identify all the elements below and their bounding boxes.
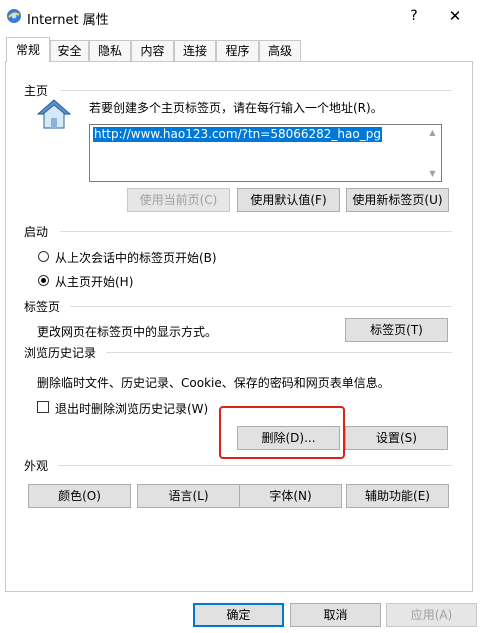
window-title: Internet 属性 bbox=[27, 13, 109, 28]
history-description: 删除临时文件、历史记录、Cookie、保存的密码和网页表单信息。 bbox=[37, 376, 390, 390]
help-button[interactable]: ? bbox=[404, 6, 424, 26]
tabs-divider bbox=[70, 306, 452, 307]
accessibility-button[interactable]: 辅助功能(E) bbox=[346, 484, 449, 508]
tab-connections[interactable]: 连接 bbox=[174, 40, 216, 61]
use-current-button[interactable]: 使用当前页(C) bbox=[127, 188, 230, 212]
radio-last-session-label[interactable]: 从上次会话中的标签页开始(B) bbox=[55, 249, 217, 266]
close-button[interactable]: ✕ bbox=[444, 6, 466, 26]
languages-button[interactable]: 语言(L) bbox=[137, 484, 240, 508]
homepage-description: 若要创建多个主页标签页，请在每行输入一个地址(R)。 bbox=[89, 101, 383, 115]
homepage-divider bbox=[60, 90, 452, 91]
startup-divider bbox=[60, 231, 452, 232]
apply-button[interactable]: 应用(A) bbox=[386, 603, 477, 627]
tabs-description: 更改网页在标签页中的显示方式。 bbox=[37, 325, 218, 339]
use-default-button[interactable]: 使用默认值(F) bbox=[237, 188, 340, 212]
homepage-url-value: http://www.hao123.com/?tn=58066282_hao_p… bbox=[93, 127, 382, 142]
tabs-group-label: 标签页 bbox=[24, 298, 61, 315]
homepage-group-label: 主页 bbox=[24, 82, 49, 99]
tab-security[interactable]: 安全 bbox=[50, 40, 89, 61]
radio-last-session[interactable] bbox=[38, 251, 49, 262]
tab-advanced[interactable]: 高级 bbox=[259, 40, 301, 61]
radio-homepage-label[interactable]: 从主页开始(H) bbox=[55, 273, 133, 290]
tab-content[interactable]: 内容 bbox=[131, 40, 174, 61]
tab-privacy[interactable]: 隐私 bbox=[89, 40, 131, 61]
cancel-button[interactable]: 取消 bbox=[290, 603, 381, 627]
history-divider bbox=[106, 352, 452, 353]
internet-options-icon bbox=[6, 8, 22, 24]
homepage-url-textarea[interactable]: http://www.hao123.com/?tn=58066282_hao_p… bbox=[89, 124, 442, 182]
red-highlight-box bbox=[219, 406, 345, 459]
ok-button[interactable]: 确定 bbox=[193, 603, 284, 627]
scroll-up-icon[interactable]: ▲ bbox=[425, 128, 440, 137]
tab-programs[interactable]: 程序 bbox=[216, 40, 259, 61]
scroll-down-icon[interactable]: ▼ bbox=[425, 169, 440, 178]
tabs-settings-button[interactable]: 标签页(T) bbox=[345, 318, 448, 342]
textarea-scrollbar[interactable]: ▲ ▼ bbox=[425, 126, 440, 180]
use-new-tab-button[interactable]: 使用新标签页(U) bbox=[346, 188, 449, 212]
colors-button[interactable]: 颜色(O) bbox=[28, 484, 131, 508]
fonts-button[interactable]: 字体(N) bbox=[239, 484, 342, 508]
delete-on-exit-checkbox[interactable] bbox=[37, 401, 49, 413]
appearance-group-label: 外观 bbox=[24, 457, 49, 474]
appearance-divider bbox=[58, 465, 452, 466]
delete-on-exit-label[interactable]: 退出时删除浏览历史记录(W) bbox=[55, 400, 208, 417]
history-group-label: 浏览历史记录 bbox=[24, 344, 97, 361]
radio-homepage[interactable] bbox=[38, 275, 49, 286]
title-bar: Internet 属性 ? ✕ bbox=[0, 0, 480, 34]
tab-general[interactable]: 常规 bbox=[6, 37, 50, 62]
home-icon bbox=[36, 98, 72, 132]
history-settings-button[interactable]: 设置(S) bbox=[345, 426, 448, 450]
startup-group-label: 启动 bbox=[24, 223, 49, 240]
